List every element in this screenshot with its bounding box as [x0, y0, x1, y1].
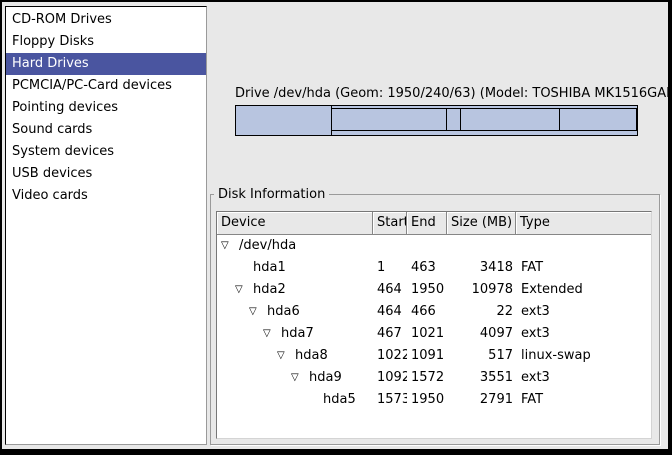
device-cell: ▽/dev/hda — [217, 235, 373, 257]
start-cell: 1573 — [373, 389, 407, 411]
size-cell: 3418 — [447, 257, 516, 279]
sidebar-item-usb-devices[interactable]: USB devices — [6, 163, 206, 185]
type-cell: FAT — [516, 389, 651, 411]
start-cell: 464 — [373, 279, 407, 301]
logical-partition-boundary-1 — [446, 109, 447, 130]
sidebar-item-system-devices[interactable]: System devices — [6, 141, 206, 163]
disk-table: DeviceStartEndSize (MB)Type ▽/dev/hdahda… — [216, 211, 652, 439]
device-cell: hda1 — [217, 257, 373, 279]
table-row-hda6[interactable]: ▽hda646446622ext3 — [217, 301, 651, 323]
device-label: hda2 — [253, 282, 286, 297]
device-label: hda7 — [281, 326, 314, 341]
type-cell: Extended — [516, 279, 651, 301]
size-cell: 22 — [447, 301, 516, 323]
disk-information-label: Disk Information — [214, 187, 329, 202]
size-cell: 4097 — [447, 323, 516, 345]
sidebar-item-pointing-devices[interactable]: Pointing devices — [6, 97, 206, 119]
start-cell — [373, 235, 407, 257]
expander-triangle-icon[interactable]: ▽ — [291, 367, 309, 389]
device-cell: ▽hda8 — [217, 345, 373, 367]
type-cell: FAT — [516, 257, 651, 279]
size-cell: 517 — [447, 345, 516, 367]
end-cell: 466 — [407, 301, 447, 323]
device-label: /dev/hda — [239, 238, 296, 253]
expander-triangle-icon[interactable]: ▽ — [221, 235, 239, 257]
device-cell: ▽hda9 — [217, 367, 373, 389]
hardware-browser-window: CD-ROM DrivesFloppy DisksHard DrivesPCMC… — [0, 0, 672, 455]
type-cell: ext3 — [516, 323, 651, 345]
start-cell: 1 — [373, 257, 407, 279]
drive-title: Drive /dev/hda (Geom: 1950/240/63) (Mode… — [235, 86, 638, 102]
device-label: hda9 — [309, 370, 342, 385]
end-cell: 1091 — [407, 345, 447, 367]
end-cell: 1950 — [407, 279, 447, 301]
sidebar-item-sound-cards[interactable]: Sound cards — [6, 119, 206, 141]
device-label: hda5 — [323, 392, 356, 407]
expander-triangle-icon[interactable]: ▽ — [263, 323, 281, 345]
device-label: hda1 — [253, 260, 286, 275]
table-row-hda8[interactable]: ▽hda810221091517linux-swap — [217, 345, 651, 367]
device-label: hda8 — [295, 348, 328, 363]
start-cell: 464 — [373, 301, 407, 323]
column-header-type[interactable]: Type — [516, 212, 651, 235]
sidebar-item-pcmcia-pc-card-devices[interactable]: PCMCIA/PC-Card devices — [6, 75, 206, 97]
size-cell — [447, 235, 516, 257]
column-header-start[interactable]: Start — [373, 212, 407, 235]
table-row-dev-hda[interactable]: ▽/dev/hda — [217, 235, 651, 257]
size-cell: 10978 — [447, 279, 516, 301]
table-row-hda2[interactable]: ▽hda2464195010978Extended — [217, 279, 651, 301]
end-cell: 1021 — [407, 323, 447, 345]
device-cell: ▽hda7 — [217, 323, 373, 345]
logical-partition-boundary-2 — [460, 109, 461, 130]
device-category-list: CD-ROM DrivesFloppy DisksHard DrivesPCMC… — [5, 6, 207, 445]
device-cell: ▽hda6 — [217, 301, 373, 323]
logical-partition-boundary-3 — [559, 109, 560, 130]
expander-triangle-icon[interactable]: ▽ — [277, 345, 295, 367]
sidebar-item-video-cards[interactable]: Video cards — [6, 185, 206, 207]
expander-triangle-icon[interactable]: ▽ — [249, 301, 267, 323]
column-header-end[interactable]: End — [407, 212, 447, 235]
type-cell: ext3 — [516, 301, 651, 323]
size-cell: 2791 — [447, 389, 516, 411]
sidebar-item-cd-rom-drives[interactable]: CD-ROM Drives — [6, 9, 206, 31]
extended-partition-box — [331, 108, 637, 131]
size-cell: 3551 — [447, 367, 516, 389]
disk-table-header: DeviceStartEndSize (MB)Type — [217, 212, 651, 235]
device-cell: ▽hda2 — [217, 279, 373, 301]
table-row-hda9[interactable]: ▽hda9109215723551ext3 — [217, 367, 651, 389]
sidebar-item-hard-drives[interactable]: Hard Drives — [6, 53, 206, 75]
partition-bar — [235, 105, 638, 136]
end-cell: 1572 — [407, 367, 447, 389]
expander-triangle-icon[interactable]: ▽ — [235, 279, 253, 301]
device-cell: hda5 — [217, 389, 373, 411]
table-row-hda5[interactable]: hda5 157319502791FAT — [217, 389, 651, 411]
device-label: hda6 — [267, 304, 300, 319]
start-cell: 467 — [373, 323, 407, 345]
column-header-size-mb[interactable]: Size (MB) — [447, 212, 516, 235]
start-cell: 1092 — [373, 367, 407, 389]
end-cell — [407, 235, 447, 257]
column-header-device[interactable]: Device — [217, 212, 373, 235]
table-row-hda7[interactable]: ▽hda746710214097ext3 — [217, 323, 651, 345]
table-row-hda1[interactable]: hda1 14633418FAT — [217, 257, 651, 279]
end-cell: 463 — [407, 257, 447, 279]
type-cell: linux-swap — [516, 345, 651, 367]
disk-table-body: ▽/dev/hdahda114633418FAT▽hda246419501097… — [217, 235, 651, 411]
start-cell: 1022 — [373, 345, 407, 367]
type-cell: ext3 — [516, 367, 651, 389]
type-cell — [516, 235, 651, 257]
end-cell: 1950 — [407, 389, 447, 411]
sidebar-item-floppy-disks[interactable]: Floppy Disks — [6, 31, 206, 53]
